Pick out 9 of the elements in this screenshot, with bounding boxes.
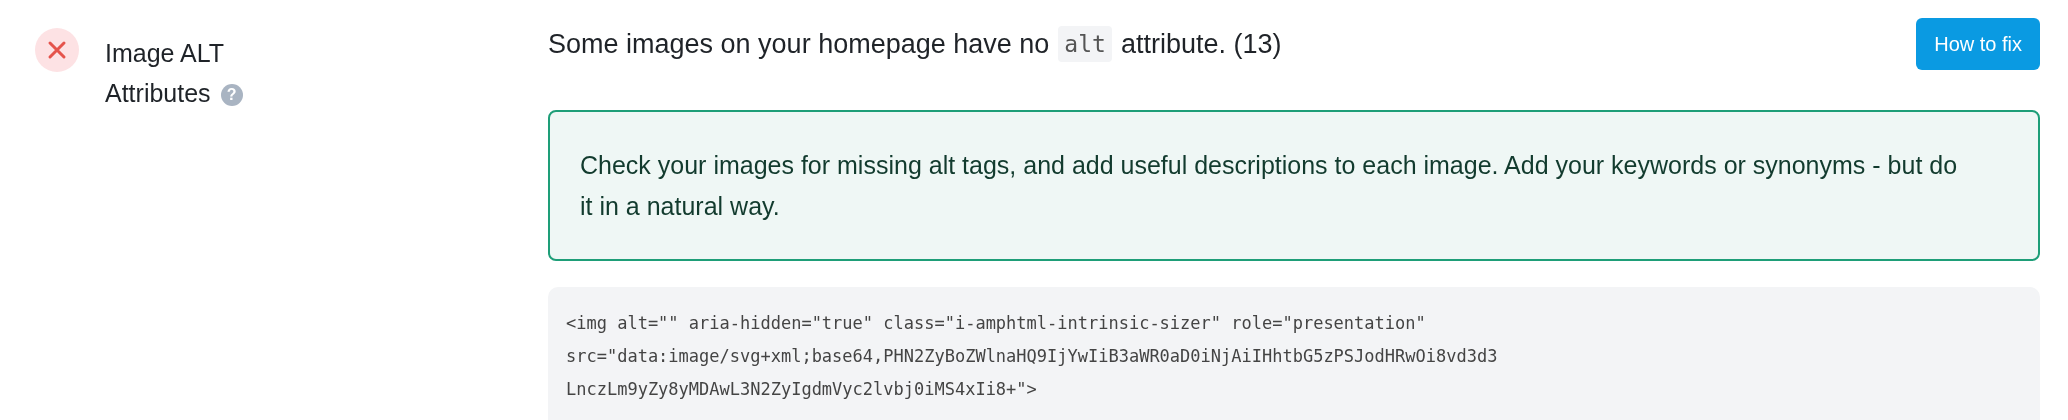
inline-code: alt	[1058, 25, 1112, 63]
advice-text: Check your images for missing alt tags, and add useful descriptions to each image. Add your keywords or synonyms - but do it in a natural way.	[580, 149, 1959, 222]
code-line: src="data:image/svg+xml;base64,PHN2ZyBoZWlnaHQ9IjYwIiB3aWR0aD0iNjAiIHhtbG5zPSJodHRwOi8vd3d3	[566, 345, 1498, 368]
code-line: <img alt="" aria-hidden="true" class="i-amphtml-intrinsic-sizer" role="presentation"	[566, 312, 1426, 335]
message-text: attribute. (13)	[1120, 27, 1282, 61]
code-line: LnczLm9yZy8yMDAwL3N2ZyIgdmVyc2lvbj0iMS4xIi8+">	[566, 378, 1037, 401]
help-icon[interactable]: ?	[220, 84, 243, 106]
message-text: Some images on your homepage have no	[548, 27, 1050, 61]
how-to-fix-button[interactable]: How to fix	[1916, 18, 2040, 70]
